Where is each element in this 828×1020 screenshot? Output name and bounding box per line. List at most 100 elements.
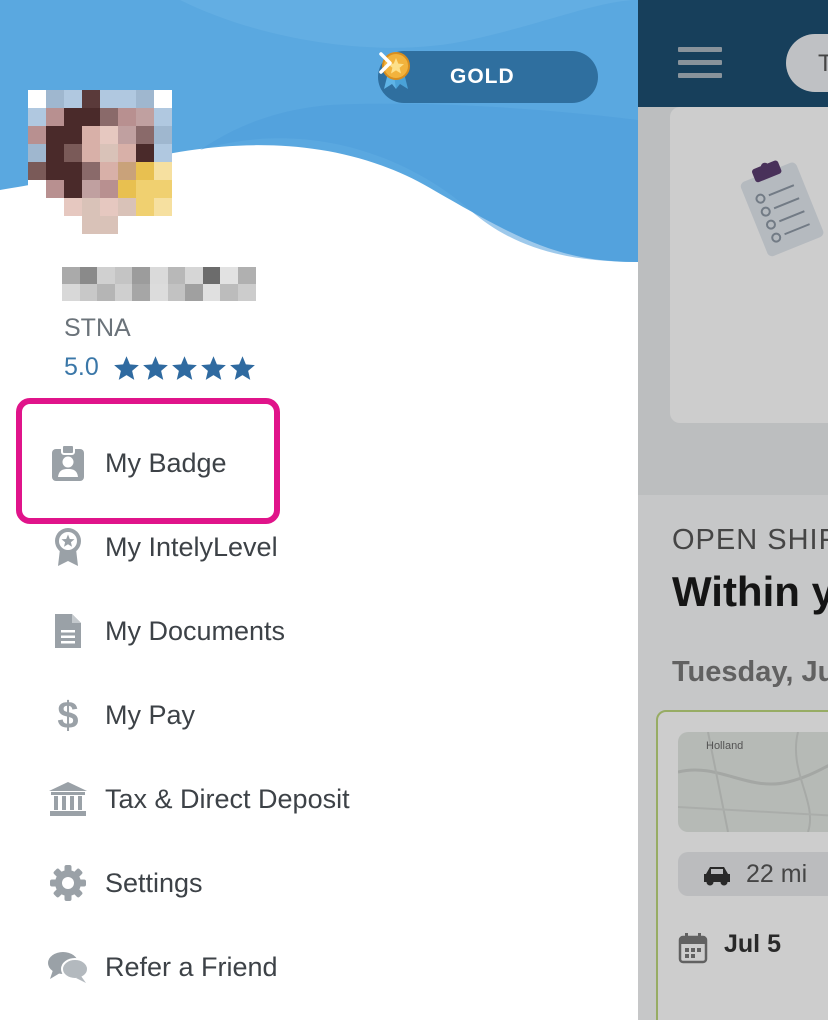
- avatar-pixel: [46, 216, 64, 234]
- menu-label: Tax & Direct Deposit: [105, 783, 350, 814]
- star-icon: [113, 355, 139, 380]
- avatar-pixel: [154, 126, 172, 144]
- redacted-pixel: [62, 267, 80, 284]
- menu-item-my-intelylevel[interactable]: My IntelyLevel: [0, 517, 420, 577]
- avatar-pixel: [136, 126, 154, 144]
- avatar-pixel: [154, 90, 172, 108]
- drawer-header: GOLD: [0, 0, 638, 270]
- user-name-redacted: [62, 267, 256, 301]
- redacted-pixel: [114, 267, 133, 284]
- star-icon: [142, 355, 168, 380]
- avatar-pixel: [136, 180, 154, 198]
- avatar-pixel: [118, 144, 136, 162]
- redacted-pixel: [202, 284, 221, 301]
- redacted-pixel: [185, 284, 203, 301]
- user-rating: 5.0: [64, 353, 256, 382]
- avatar-pixel: [154, 144, 172, 162]
- menu-label: Refer a Friend: [105, 951, 278, 982]
- avatar-pixel: [118, 216, 136, 234]
- document-icon: [46, 609, 90, 653]
- user-role: STNA: [64, 314, 131, 342]
- redacted-pixel: [202, 267, 221, 284]
- avatar-pixel: [64, 144, 82, 162]
- avatar-pixel: [100, 198, 118, 216]
- avatar-pixel: [64, 90, 82, 108]
- avatar-pixel: [82, 126, 100, 144]
- star-icon: [171, 355, 197, 380]
- chevron-right-icon: [379, 52, 392, 74]
- redacted-pixel: [185, 267, 203, 284]
- avatar-pixel: [64, 198, 82, 216]
- menu-item-my-pay[interactable]: $ My Pay: [0, 685, 420, 745]
- redacted-pixel: [220, 284, 238, 301]
- redacted-pixel: [79, 284, 98, 301]
- redacted-pixel: [237, 267, 256, 284]
- avatar-pixel: [100, 126, 118, 144]
- avatar-pixel: [28, 216, 46, 234]
- menu-label: My IntelyLevel: [105, 531, 278, 562]
- avatar-pixel: [136, 108, 154, 126]
- avatar-pixel: [82, 108, 100, 126]
- bank-icon: [46, 777, 90, 821]
- avatar-pixel: [100, 216, 118, 234]
- avatar-pixel: [118, 162, 136, 180]
- avatar-pixel: [136, 216, 154, 234]
- redacted-pixel: [149, 267, 168, 284]
- avatar-pixel: [28, 162, 46, 180]
- avatar-pixel: [64, 126, 82, 144]
- avatar-pixel: [100, 90, 118, 108]
- avatar-pixel: [82, 180, 100, 198]
- star-icon: [229, 355, 255, 380]
- redacted-pixel: [79, 267, 98, 284]
- avatar-pixel: [28, 144, 46, 162]
- redacted-pixel: [62, 284, 80, 301]
- avatar-pixel: [154, 198, 172, 216]
- tier-label: GOLD: [450, 65, 515, 88]
- avatar-pixel: [154, 216, 172, 234]
- avatar-pixel: [64, 162, 82, 180]
- svg-text:$: $: [57, 695, 78, 735]
- redacted-pixel: [237, 284, 256, 301]
- redacted-pixel: [132, 284, 150, 301]
- menu-item-settings[interactable]: Settings: [0, 853, 420, 913]
- rating-stars: [113, 355, 256, 381]
- avatar-pixel: [82, 198, 100, 216]
- redacted-pixel: [132, 267, 150, 284]
- redacted-pixel: [167, 267, 186, 284]
- tier-status-button[interactable]: GOLD: [378, 51, 598, 103]
- menu-item-my-documents[interactable]: My Documents: [0, 601, 420, 661]
- avatar-pixel: [154, 180, 172, 198]
- menu-item-refer-a-friend[interactable]: Refer a Friend: [0, 937, 420, 997]
- ribbon-award-icon: [46, 525, 90, 569]
- redacted-pixel: [97, 267, 115, 284]
- redacted-pixel: [220, 267, 238, 284]
- avatar-pixel: [46, 180, 64, 198]
- menu-label: My Pay: [105, 699, 196, 730]
- redacted-pixel: [167, 284, 186, 301]
- avatar-pixel: [118, 90, 136, 108]
- avatar-pixel: [118, 108, 136, 126]
- avatar-pixel: [28, 180, 46, 198]
- menu-label: Settings: [105, 867, 203, 898]
- avatar-pixel: [82, 90, 100, 108]
- avatar-pixel: [46, 90, 64, 108]
- rating-value: 5.0: [64, 353, 99, 381]
- avatar-pixel: [118, 126, 136, 144]
- redacted-pixel: [97, 284, 115, 301]
- star-icon: [200, 355, 226, 380]
- dollar-icon: $: [46, 693, 90, 737]
- avatar-pixel: [118, 198, 136, 216]
- avatar-pixel: [28, 90, 46, 108]
- avatar-pixel: [46, 162, 64, 180]
- avatar[interactable]: [28, 90, 200, 234]
- menu-item-tax-direct-deposit[interactable]: Tax & Direct Deposit: [0, 769, 420, 829]
- avatar-pixel: [28, 108, 46, 126]
- avatar-pixel: [136, 144, 154, 162]
- drawer-scrim-overlay[interactable]: [638, 0, 828, 1020]
- avatar-pixel: [46, 126, 64, 144]
- avatar-pixel: [154, 162, 172, 180]
- avatar-pixel: [46, 108, 64, 126]
- highlight-annotation-box: [16, 398, 280, 524]
- background-app-screen: T OPEN SHIF Within y Tuesday, Ju Holland…: [638, 0, 828, 1020]
- gear-icon: [46, 861, 90, 905]
